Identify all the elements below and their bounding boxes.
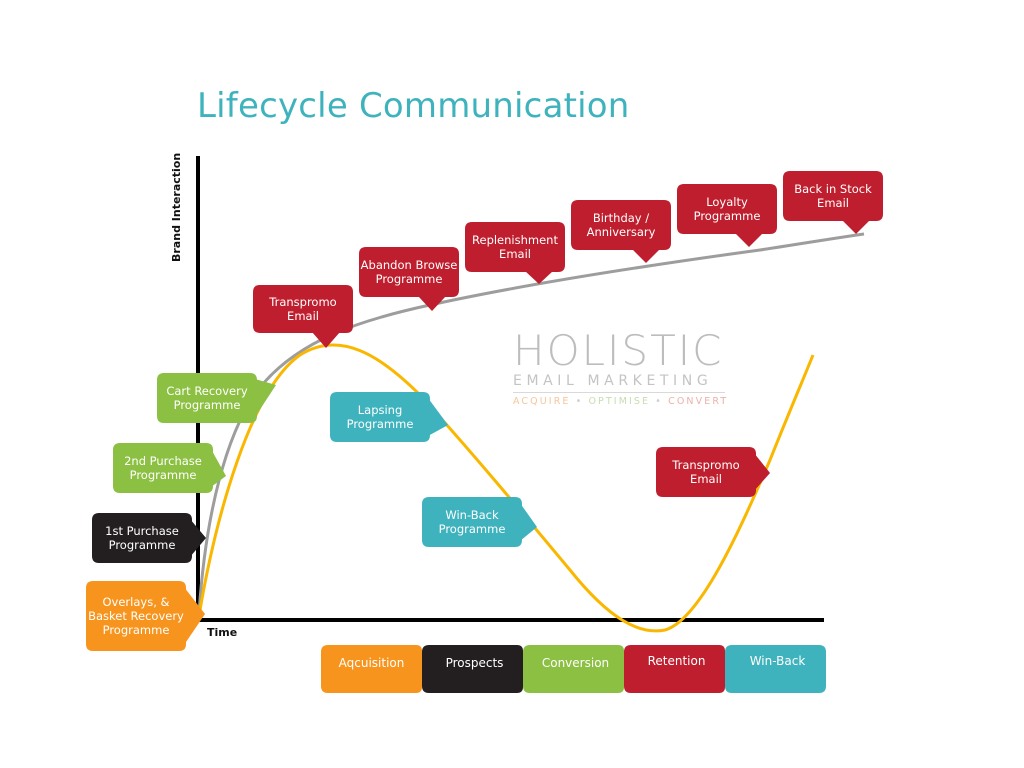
callout-back-in-stock: Back in StockEmail [783, 171, 883, 234]
callout-label: Email [817, 196, 849, 210]
stage-conversion: Conversion [523, 645, 636, 693]
callout-label: 2nd Purchase [124, 454, 202, 468]
callout-pointer [255, 379, 276, 417]
callout-label: Back in Stock [794, 182, 872, 196]
callout-label: Programme [174, 398, 241, 412]
stage-label: Prospects [446, 656, 504, 670]
callout-label: Programme [376, 272, 443, 286]
callout-lapsing: LapsingProgramme [330, 392, 448, 442]
callout-pointer [735, 233, 763, 247]
callout-label: 1st Purchase [105, 524, 179, 538]
callout-label: Programme [103, 623, 170, 637]
callout-transpromo-1: TranspromoEmail [253, 285, 353, 348]
callout-label: Loyalty [706, 195, 748, 209]
callout-label: Programme [109, 538, 176, 552]
callout-first-purchase: 1st PurchaseProgramme [92, 513, 206, 563]
callout-label: Transpromo [268, 295, 336, 309]
callout-birthday: Birthday /Anniversary [571, 200, 671, 263]
callout-label: Programme [694, 209, 761, 223]
stage-chevron [624, 645, 737, 693]
callout-second-purchase: 2nd PurchaseProgramme [113, 443, 226, 493]
callout-transpromo-2: TranspromoEmail [656, 447, 770, 497]
callout-overlays: Overlays, &Basket RecoveryProgramme [86, 581, 205, 651]
callout-label: Anniversary [587, 225, 656, 239]
callout-pointer [428, 398, 448, 436]
stage-label: Win-Back [750, 654, 806, 668]
callout-label: Win-Back [445, 508, 499, 522]
stage-label: Conversion [542, 656, 609, 670]
callout-label: Email [499, 247, 531, 261]
callout-label: Replenishment [472, 233, 558, 247]
callout-replenishment: ReplenishmentEmail [465, 222, 565, 284]
callout-label: Birthday / [593, 211, 649, 225]
stage-chevron [725, 645, 826, 693]
callout-label: Overlays, & [103, 595, 170, 609]
callout-label: Transpromo [671, 458, 739, 472]
callout-label: Programme [439, 522, 506, 536]
stage-win-back: Win-Back [725, 645, 826, 693]
stage-retention: Retention [624, 645, 737, 693]
stage-prospects: Prospects [422, 645, 535, 693]
callout-label: Cart Recovery [166, 384, 247, 398]
callout-label: Basket Recovery [88, 609, 184, 623]
stages-strip: Aqcuisition Prospects Conversion Retention W… [321, 645, 826, 693]
stage-label: Retention [648, 654, 706, 668]
stage-aqcuisition: Aqcuisition [321, 645, 434, 693]
callout-pointer [632, 249, 660, 263]
lifecycle-diagram: Overlays, &Basket RecoveryProgramme1st P… [86, 156, 883, 693]
callout-label: Abandon Browse [361, 258, 458, 272]
callout-label: Lapsing [358, 403, 403, 417]
callout-pointer [520, 503, 537, 541]
callout-label: Programme [347, 417, 414, 431]
callout-pointer [754, 453, 770, 491]
callout-label: Email [690, 472, 722, 486]
callout-label: Email [287, 309, 319, 323]
callout-loyalty: LoyaltyProgramme [677, 184, 777, 247]
callout-win-back: Win-BackProgramme [422, 497, 537, 547]
stage-label: Aqcuisition [339, 656, 405, 670]
callout-pointer [842, 220, 870, 234]
callout-label: Programme [130, 468, 197, 482]
callout-cart-recovery: Cart RecoveryProgramme [157, 373, 276, 423]
